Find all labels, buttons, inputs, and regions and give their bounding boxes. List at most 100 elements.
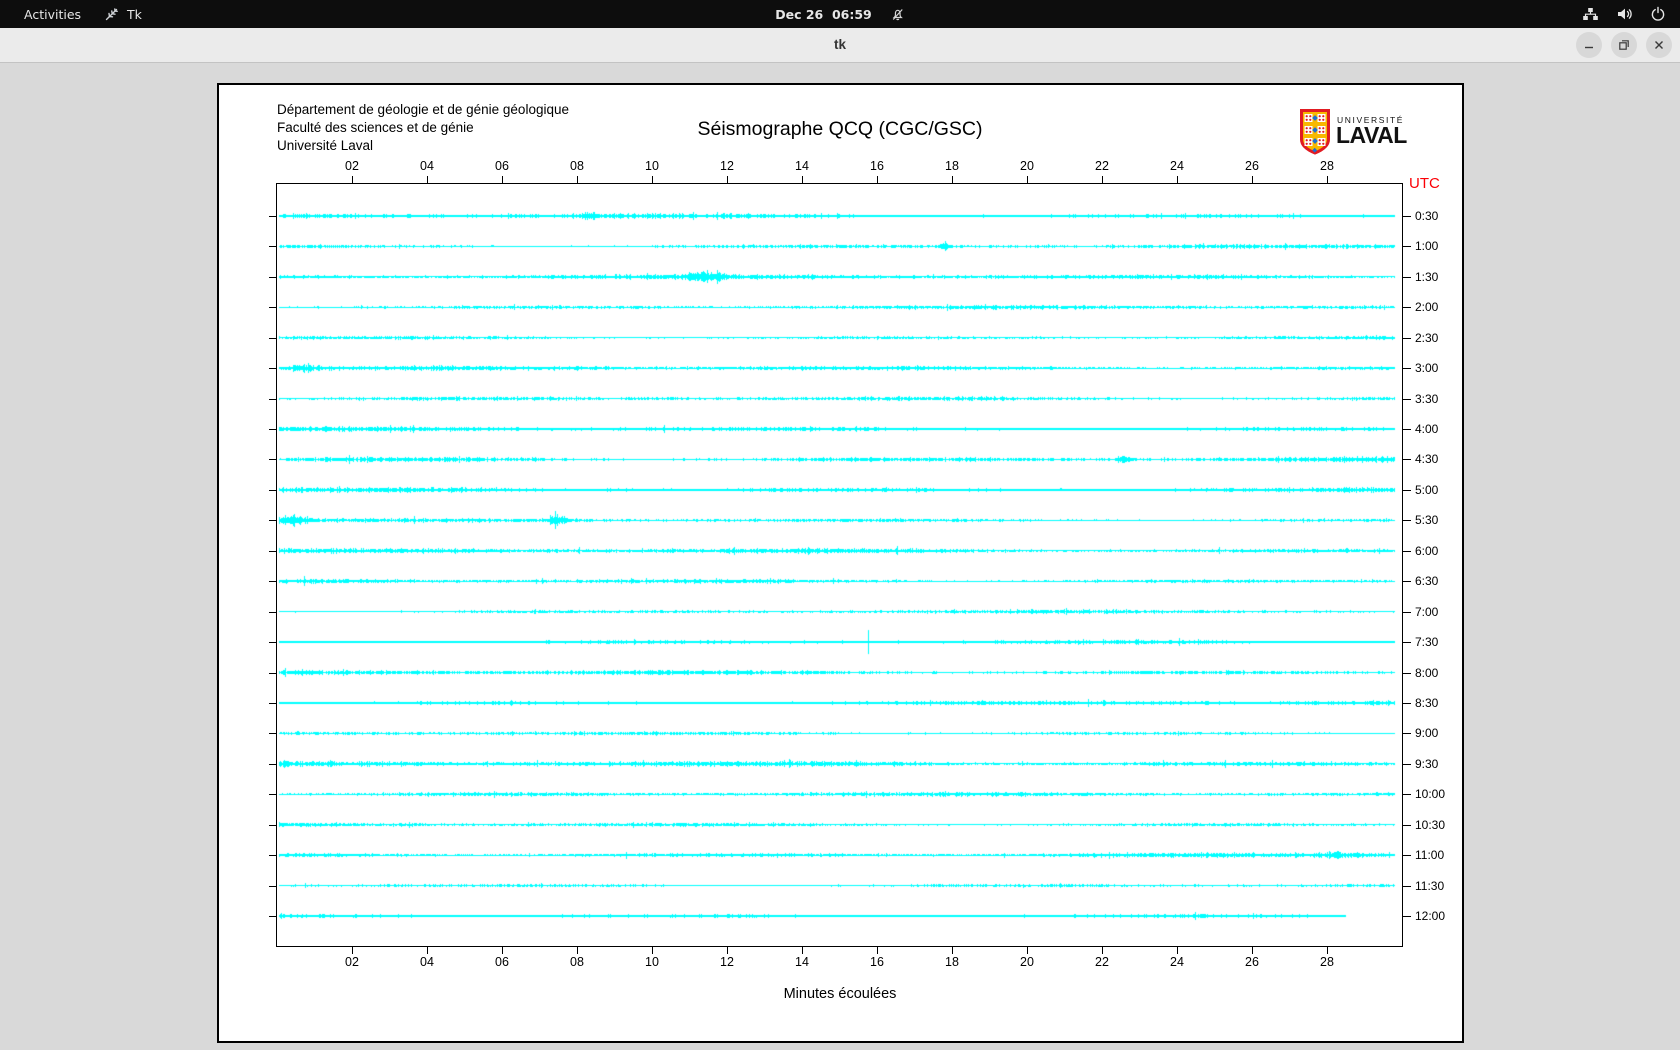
x-tick-bottom	[1102, 947, 1103, 954]
row-tick-right	[1403, 916, 1411, 917]
row-tick-right	[1403, 307, 1411, 309]
maximize-button[interactable]	[1611, 32, 1637, 58]
row-time-label: 3:30	[1415, 391, 1439, 406]
x-tick-label-bottom: 02	[345, 955, 359, 969]
close-icon	[1655, 41, 1663, 49]
row-time-label: 11:30	[1415, 878, 1445, 893]
x-tick-label-bottom: 04	[420, 955, 434, 969]
x-tick-label-bottom: 06	[495, 955, 509, 969]
x-tick-bottom	[1252, 947, 1253, 954]
x-tick-label-top: 04	[420, 159, 434, 173]
x-tick-top	[1252, 176, 1253, 183]
close-button[interactable]	[1646, 32, 1672, 58]
x-tick-label-bottom: 12	[720, 955, 734, 969]
logo-laval-text: LAVAL	[1336, 122, 1407, 148]
x-tick-label-bottom: 14	[795, 955, 809, 969]
row-tick-right	[1403, 794, 1411, 796]
row-tick-right	[1403, 672, 1411, 674]
desktop: Activities Tk Dec 26 06:59 tk Départemen…	[0, 0, 1680, 1050]
row-time-label: 9:00	[1415, 726, 1439, 741]
x-tick-label-top: 08	[570, 159, 584, 173]
universite-laval-logo: UNIVERSITÉ LAVAL	[1300, 109, 1450, 157]
row-tick-left	[269, 824, 277, 826]
x-tick-bottom	[1027, 947, 1028, 954]
row-tick-right	[1403, 337, 1411, 339]
row-tick-left	[269, 611, 277, 613]
plot-title: Séismographe QCQ (CGC/GSC)	[697, 118, 983, 140]
x-tick-bottom	[877, 947, 878, 954]
row-tick-left	[269, 216, 277, 217]
minimize-button[interactable]	[1576, 32, 1602, 58]
row-tick-right	[1403, 763, 1411, 765]
row-time-label: 11:00	[1415, 848, 1445, 863]
x-tick-label-top: 18	[945, 159, 959, 173]
row-tick-right	[1403, 611, 1411, 613]
clock-menu[interactable]: Dec 26 06:59	[775, 0, 905, 28]
row-tick-left	[269, 733, 277, 735]
x-tick-bottom	[1327, 947, 1328, 954]
row-tick-left	[269, 855, 277, 857]
row-time-label: 5:00	[1415, 482, 1439, 497]
row-tick-right	[1403, 581, 1411, 583]
x-tick-label-top: 22	[1095, 159, 1109, 173]
row-time-label: 6:30	[1415, 574, 1439, 589]
x-tick-bottom	[652, 947, 653, 954]
x-tick-label-bottom: 28	[1320, 955, 1334, 969]
x-tick-label-top: 06	[495, 159, 509, 173]
row-time-label: 4:30	[1415, 452, 1439, 467]
x-tick-label-bottom: 24	[1170, 955, 1184, 969]
row-tick-right	[1403, 702, 1411, 704]
activities-button[interactable]: Activities	[18, 0, 87, 28]
minimize-icon	[1585, 46, 1593, 49]
x-tick-label-bottom: 10	[645, 955, 659, 969]
volume-icon	[1618, 8, 1632, 20]
row-tick-left	[269, 581, 277, 583]
institution-header: Département de géologie et de génie géol…	[277, 101, 569, 155]
x-tick-top	[952, 176, 953, 183]
x-tick-label-bottom: 22	[1095, 955, 1109, 969]
x-tick-bottom	[727, 947, 728, 954]
x-tick-top	[1327, 176, 1328, 183]
row-tick-left	[269, 916, 277, 917]
row-time-label: 1:00	[1415, 239, 1439, 254]
row-tick-right	[1403, 368, 1411, 370]
focused-app-menu[interactable]: Tk	[104, 0, 142, 28]
row-tick-left	[269, 368, 277, 370]
row-time-label: 8:30	[1415, 695, 1439, 710]
x-tick-label-top: 26	[1245, 159, 1259, 173]
x-tick-label-top: 12	[720, 159, 734, 173]
x-tick-bottom	[502, 947, 503, 954]
row-tick-right	[1403, 520, 1411, 522]
row-tick-left	[269, 459, 277, 461]
window-controls	[1576, 32, 1672, 58]
row-tick-left	[269, 550, 277, 552]
x-tick-label-bottom: 18	[945, 955, 959, 969]
x-tick-label-top: 28	[1320, 159, 1334, 173]
x-tick-top	[1177, 176, 1178, 183]
power-icon	[1651, 6, 1665, 21]
row-tick-right	[1403, 459, 1411, 461]
row-tick-left	[269, 489, 277, 491]
row-time-label: 10:00	[1415, 787, 1446, 802]
x-tick-label-top: 14	[795, 159, 809, 173]
row-tick-right	[1403, 733, 1411, 735]
row-tick-left	[269, 337, 277, 339]
x-tick-label-top: 24	[1170, 159, 1184, 173]
row-tick-left	[269, 307, 277, 309]
window-titlebar[interactable]: tk	[0, 28, 1680, 63]
x-tick-top	[1102, 176, 1103, 183]
row-time-label: 9:30	[1415, 756, 1439, 771]
row-time-label: 7:00	[1415, 604, 1439, 619]
row-tick-right	[1403, 246, 1411, 248]
row-tick-left	[269, 520, 277, 522]
row-tick-left	[269, 794, 277, 796]
x-tick-label-top: 10	[645, 159, 659, 173]
x-tick-top	[877, 176, 878, 183]
x-tick-label-bottom: 16	[870, 955, 884, 969]
x-tick-bottom	[577, 947, 578, 954]
x-tick-top	[727, 176, 728, 183]
laval-shield-icon	[1300, 109, 1330, 155]
x-axis-title: Minutes écoulées	[783, 986, 897, 1002]
system-status-area[interactable]	[1582, 0, 1666, 28]
row-time-label: 2:00	[1415, 300, 1439, 315]
